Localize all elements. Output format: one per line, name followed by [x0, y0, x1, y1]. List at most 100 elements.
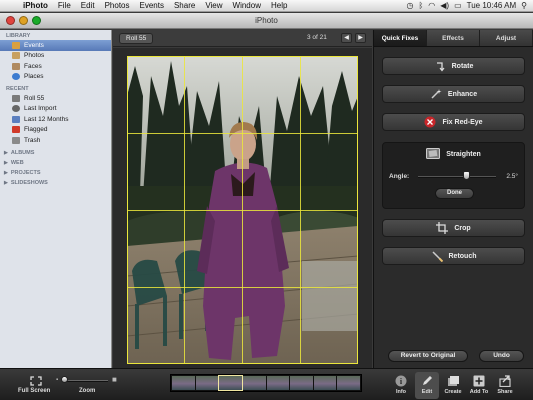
thumbnail[interactable] — [313, 376, 337, 390]
straighten-icon — [426, 148, 441, 161]
crop-label: Crop — [454, 224, 471, 232]
full-screen-icon[interactable] — [30, 373, 42, 386]
menu-file[interactable]: File — [53, 0, 76, 12]
sidebar-section-projects[interactable]: ▶ PROJECTS — [0, 168, 111, 178]
sidebar-item-roll-55[interactable]: Roll 55 — [0, 93, 111, 104]
arrow-left-icon[interactable]: ◀ — [341, 33, 352, 43]
sidebar: LIBRARY Events Photos Faces Places RECEN… — [0, 30, 112, 368]
menu-edit[interactable]: Edit — [76, 0, 100, 12]
section-label: WEB — [10, 159, 24, 166]
zoom-slider-track[interactable] — [64, 380, 108, 382]
share-button[interactable]: Share — [493, 372, 517, 399]
thumbnail[interactable] — [242, 376, 266, 390]
sidebar-item-faces[interactable]: Faces — [0, 61, 111, 72]
fix-red-eye-button[interactable]: Fix Red-Eye — [382, 113, 525, 131]
menu-photos[interactable]: Photos — [100, 0, 135, 12]
create-button[interactable]: Create — [441, 372, 465, 399]
photo-counter: 3 of 21 — [307, 34, 327, 41]
sidebar-item-label: Photos — [24, 52, 45, 60]
edit-panel: Quick Fixes Effects Adjust Rotate Enhanc… — [373, 30, 533, 368]
crop-button[interactable]: Crop — [382, 219, 525, 237]
menu-app-name[interactable]: iPhoto — [18, 0, 53, 12]
sidebar-section-slideshows[interactable]: ▶ SLIDESHOWS — [0, 178, 111, 188]
menu-view[interactable]: View — [200, 0, 227, 12]
tab-quick-fixes[interactable]: Quick Fixes — [374, 30, 427, 46]
angle-slider-track[interactable] — [418, 176, 496, 178]
sidebar-section-web[interactable]: ▶ WEB — [0, 158, 111, 168]
share-icon — [499, 374, 512, 387]
battery-icon[interactable]: ▭ — [454, 1, 462, 10]
angle-slider-thumb[interactable] — [463, 171, 471, 180]
thumbnail[interactable] — [290, 376, 313, 390]
roll-icon — [12, 94, 20, 102]
info-button[interactable]: i Info — [389, 372, 413, 399]
spotlight-icon[interactable]: ⚲ — [521, 1, 527, 10]
thumbnail[interactable] — [337, 376, 360, 390]
faces-icon — [12, 62, 20, 70]
screen: iPhoto File Edit Photos Events Share Vie… — [0, 0, 533, 400]
sidebar-item-label: Flagged — [24, 126, 48, 134]
sidebar-item-last-12-months[interactable]: Last 12 Months — [0, 114, 111, 125]
full-screen-label: Full Screen — [18, 388, 51, 394]
sidebar-section-albums[interactable]: ▶ ALBUMS — [0, 148, 111, 158]
enhance-label: Enhance — [447, 90, 478, 98]
edit-label: Edit — [421, 389, 433, 395]
revert-to-original-button[interactable]: Revert to Original — [388, 350, 468, 362]
share-label: Share — [497, 389, 513, 395]
retouch-button[interactable]: Retouch — [382, 247, 525, 265]
undo-button[interactable]: Undo — [479, 350, 524, 362]
section-label: PROJECTS — [10, 169, 41, 176]
sidebar-item-last-import[interactable]: Last Import — [0, 104, 111, 115]
edit-tabs: Quick Fixes Effects Adjust — [374, 30, 533, 47]
menu-share[interactable]: Share — [169, 0, 200, 12]
sidebar-item-trash[interactable]: Trash — [0, 135, 111, 146]
sidebar-item-flagged[interactable]: Flagged — [0, 125, 111, 136]
viewer-toolbar: Roll 55 3 of 21 ◀ ▶ — [113, 30, 372, 47]
disclosure-triangle-icon: ▶ — [4, 149, 8, 156]
thumbnail-selected[interactable] — [218, 375, 243, 391]
menu-events[interactable]: Events — [134, 0, 168, 12]
section-label: ALBUMS — [10, 149, 35, 156]
sidebar-item-label: Places — [24, 73, 44, 81]
tab-effects[interactable]: Effects — [427, 30, 480, 46]
sidebar-item-label: Events — [24, 41, 44, 49]
zoom-label: Zoom — [79, 388, 96, 394]
menu-bar: iPhoto File Edit Photos Events Share Vie… — [0, 0, 533, 12]
bluetooth-icon[interactable]: ᛒ — [418, 1, 423, 10]
tab-adjust[interactable]: Adjust — [480, 30, 533, 46]
edit-button[interactable]: Edit — [415, 372, 439, 399]
sidebar-item-photos[interactable]: Photos — [0, 51, 111, 62]
add-to-button[interactable]: Add To — [467, 372, 491, 399]
thumbnail[interactable] — [266, 376, 290, 390]
wifi-icon[interactable]: ◠ — [428, 1, 435, 10]
time-machine-icon[interactable]: ◷ — [406, 1, 413, 10]
menu-help[interactable]: Help — [266, 0, 292, 12]
straighten-header: Straighten — [383, 148, 524, 161]
filmstrip — [170, 374, 362, 392]
zoom-slider-thumb[interactable] — [61, 376, 68, 383]
create-label: Create — [444, 389, 462, 395]
calendar-icon — [12, 115, 20, 123]
sidebar-item-label: Roll 55 — [24, 94, 45, 102]
photo[interactable] — [127, 56, 358, 364]
done-button[interactable]: Done — [435, 188, 474, 199]
retouch-brush-icon — [431, 250, 443, 262]
straighten-label: Straighten — [446, 151, 481, 158]
volume-icon[interactable]: ◀) — [440, 1, 449, 10]
straighten-panel: Straighten Angle: 2.5° Done — [382, 142, 525, 209]
sidebar-item-events[interactable]: Events — [0, 40, 111, 51]
thumbnail[interactable] — [172, 376, 195, 390]
rotate-button[interactable]: Rotate — [382, 57, 525, 75]
roll-55-button[interactable]: Roll 55 — [119, 33, 154, 44]
sidebar-item-label: Last 12 Months — [24, 115, 69, 123]
sidebar-item-places[interactable]: Places — [0, 72, 111, 83]
disclosure-triangle-icon: ▶ — [4, 179, 8, 186]
bottom-toolbar: Full Screen ▪ ■ Zoom i Info Edit Create … — [0, 368, 533, 400]
clock[interactable]: Tue 10:46 AM — [467, 1, 517, 10]
enhance-button[interactable]: Enhance — [382, 85, 525, 103]
arrow-right-icon[interactable]: ▶ — [355, 33, 366, 43]
thumbnail[interactable] — [195, 376, 219, 390]
rotate-label: Rotate — [451, 62, 474, 70]
menu-window[interactable]: Window — [228, 0, 266, 12]
crop-icon — [436, 222, 449, 234]
